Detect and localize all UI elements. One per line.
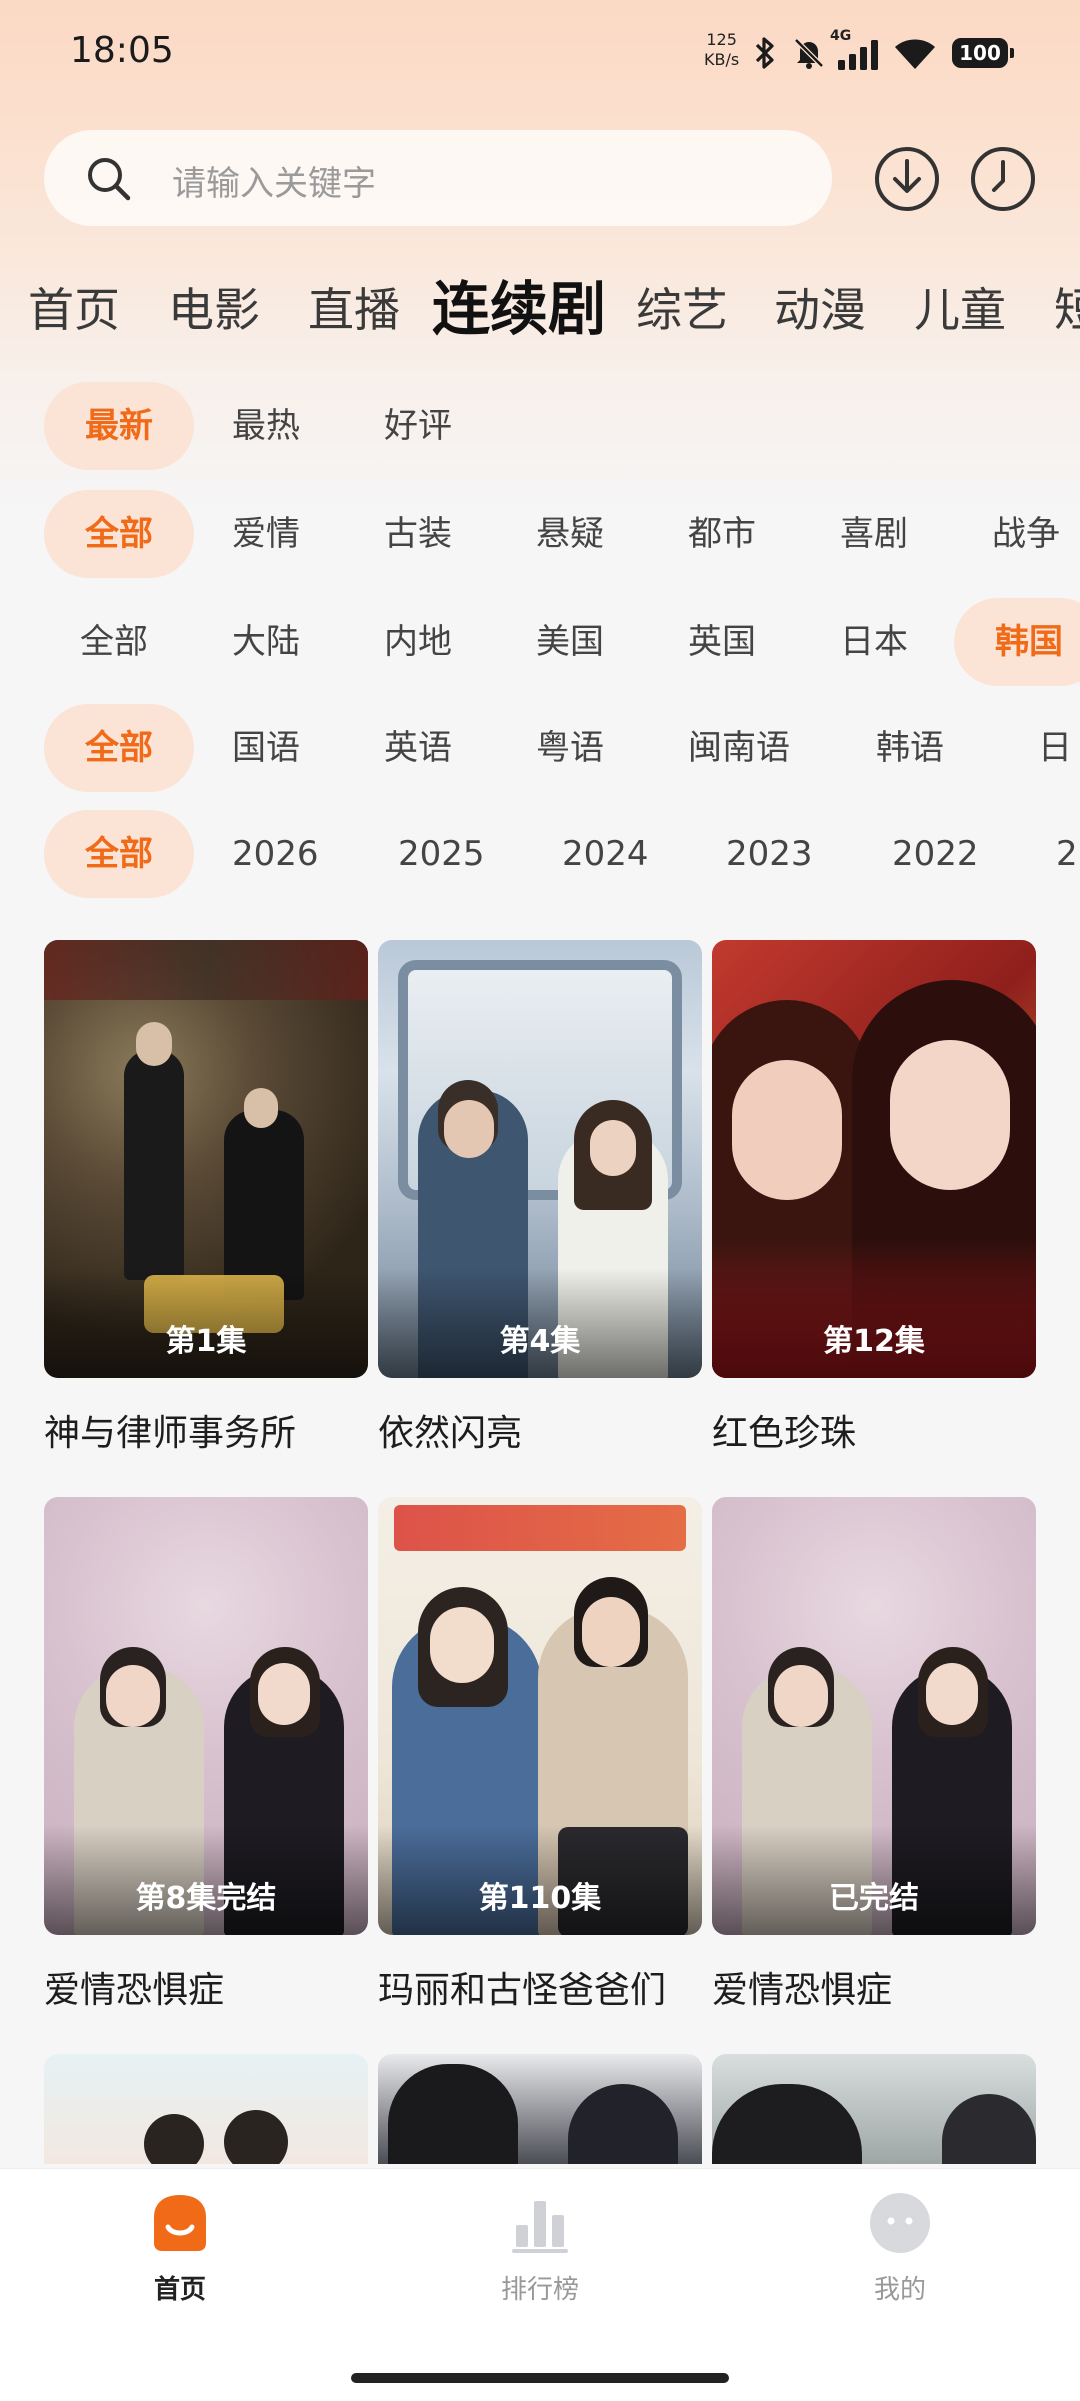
show-poster[interactable]: 第4集	[378, 940, 702, 1378]
region-chip-japan[interactable]: 日本	[840, 598, 908, 686]
year-filter-row: 全部 2026 2025 2024 2023 2022 2	[0, 810, 1080, 900]
signal-icon	[838, 40, 878, 70]
show-title[interactable]: 玛丽和古怪爸爸们	[378, 1961, 702, 2013]
nav-ranking[interactable]: 排行榜	[440, 2191, 640, 2306]
show-title[interactable]: 爱情恐惧症	[712, 1961, 1036, 2013]
episode-badge: 第8集完结	[135, 1881, 277, 1916]
sort-chip-hot[interactable]: 最热	[232, 382, 300, 470]
show-card[interactable]: 第1集 神与律师事务所	[44, 940, 368, 1456]
language-filter-row: 全部 国语 英语 粤语 闽南语 韩语 日语	[0, 704, 1080, 794]
category-tabs: 首页 电影 直播 连续剧 综艺 动漫 儿童 短	[0, 262, 1080, 342]
episode-badge: 第4集	[499, 1324, 581, 1359]
language-chip-korean[interactable]: 韩语	[876, 704, 944, 792]
region-filter-row: 全部 大陆 内地 美国 英国 日本 韩国	[0, 598, 1080, 688]
tab-variety[interactable]: 综艺	[636, 274, 728, 340]
region-chip-all[interactable]: 全部	[80, 598, 148, 686]
language-chip-all[interactable]: 全部	[44, 704, 194, 792]
tab-movie[interactable]: 电影	[168, 274, 260, 340]
year-chip-2026[interactable]: 2026	[232, 810, 319, 898]
home-indicator[interactable]	[351, 2373, 729, 2383]
tab-home[interactable]: 首页	[28, 274, 120, 340]
genre-chip-costume[interactable]: 古装	[384, 490, 452, 578]
tab-kids[interactable]: 儿童	[914, 274, 1006, 340]
show-card[interactable]: 第12集 红色珍珠	[712, 940, 1036, 1456]
home-icon	[154, 2195, 206, 2251]
genre-chip-urban[interactable]: 都市	[688, 490, 756, 578]
language-chip-minnan[interactable]: 闽南语	[688, 704, 790, 792]
sort-chip-latest[interactable]: 最新	[44, 382, 194, 470]
show-poster-partial[interactable]	[712, 2054, 1036, 2164]
show-poster[interactable]: 第1集	[44, 940, 368, 1378]
sort-chip-rating[interactable]: 好评	[384, 382, 452, 470]
nav-profile[interactable]: 我的	[800, 2191, 1000, 2306]
region-chip-inland[interactable]: 内地	[384, 598, 452, 686]
show-card[interactable]: 第110集 玛丽和古怪爸爸们	[378, 1497, 702, 2013]
episode-badge: 第12集	[823, 1324, 925, 1359]
show-poster-partial[interactable]	[44, 2054, 368, 2164]
search-placeholder: 请输入关键字	[172, 164, 376, 204]
show-poster[interactable]: 已完结	[712, 1497, 1036, 1935]
show-title[interactable]: 红色珍珠	[712, 1404, 1036, 1456]
year-chip-all[interactable]: 全部	[44, 810, 194, 898]
language-chip-english[interactable]: 英语	[384, 704, 452, 792]
show-card[interactable]: 第4集 依然闪亮	[378, 940, 702, 1456]
wifi-icon	[895, 39, 935, 69]
year-chip-2022[interactable]: 2022	[892, 810, 979, 898]
nav-profile-label: 我的	[873, 2275, 926, 2305]
search-input[interactable]: 请输入关键字	[44, 130, 832, 226]
show-poster-partial[interactable]	[378, 2054, 702, 2164]
year-chip-2025[interactable]: 2025	[398, 810, 485, 898]
tab-short[interactable]: 短	[1054, 274, 1080, 340]
history-icon[interactable]	[970, 146, 1036, 212]
bluetooth-icon	[755, 37, 774, 69]
search-icon	[88, 158, 131, 201]
tab-drama[interactable]: 连续剧	[432, 262, 606, 342]
bottom-navigation: 首页 排行榜 我的	[0, 2168, 1080, 2401]
network-speed-unit: KB/s	[704, 50, 740, 69]
genre-chip-comedy[interactable]: 喜剧	[840, 490, 908, 578]
sort-filter-row: 最新 最热 好评	[0, 382, 1080, 472]
status-time: 18:05	[70, 30, 174, 71]
tab-live[interactable]: 直播	[308, 274, 400, 340]
genre-chip-war[interactable]: 战争	[992, 490, 1060, 578]
network-speed: 125 KB/s	[704, 30, 739, 70]
genre-chip-romance[interactable]: 爱情	[232, 490, 300, 578]
nav-home[interactable]: 首页	[80, 2191, 280, 2306]
show-card[interactable]: 第8集完结 爱情恐惧症	[44, 1497, 368, 2013]
episode-badge: 第1集	[165, 1324, 247, 1359]
ranking-icon	[512, 2201, 568, 2253]
show-poster[interactable]: 第8集完结	[44, 1497, 368, 1935]
language-chip-cantonese[interactable]: 粤语	[536, 704, 604, 792]
profile-icon	[870, 2193, 930, 2253]
mute-bell-icon	[794, 38, 824, 69]
language-chip-japanese[interactable]: 日语	[1030, 704, 1080, 792]
genre-chip-suspense[interactable]: 悬疑	[536, 490, 604, 578]
year-chip-2023[interactable]: 2023	[726, 810, 813, 898]
year-chip-2021[interactable]: 2	[1056, 810, 1078, 898]
show-title[interactable]: 依然闪亮	[378, 1404, 702, 1456]
show-card[interactable]: 已完结 爱情恐惧症	[712, 1497, 1036, 2013]
language-chip-mandarin[interactable]: 国语	[232, 704, 300, 792]
region-chip-korea[interactable]: 韩国	[954, 598, 1080, 686]
status-bar: 18:05 125 KB/s 4G 100	[0, 0, 1080, 100]
year-chip-2024[interactable]: 2024	[562, 810, 649, 898]
show-poster[interactable]: 第110集	[378, 1497, 702, 1935]
show-title[interactable]: 神与律师事务所	[44, 1404, 368, 1456]
region-chip-uk[interactable]: 英国	[688, 598, 756, 686]
genre-filter-row: 全部 爱情 古装 悬疑 都市 喜剧 战争	[0, 490, 1080, 580]
region-chip-usa[interactable]: 美国	[536, 598, 604, 686]
nav-ranking-label: 排行榜	[500, 2275, 579, 2305]
battery-indicator: 100	[952, 38, 1014, 68]
show-poster[interactable]: 第12集	[712, 940, 1036, 1378]
tab-anime[interactable]: 动漫	[774, 274, 866, 340]
download-icon[interactable]	[874, 146, 940, 212]
episode-badge: 第110集	[478, 1881, 602, 1916]
episode-badge: 已完结	[829, 1881, 919, 1916]
genre-chip-all[interactable]: 全部	[44, 490, 194, 578]
region-chip-mainland[interactable]: 大陆	[232, 598, 300, 686]
show-title[interactable]: 爱情恐惧症	[44, 1961, 368, 2013]
network-speed-value: 125	[706, 30, 737, 49]
nav-home-label: 首页	[153, 2275, 206, 2305]
